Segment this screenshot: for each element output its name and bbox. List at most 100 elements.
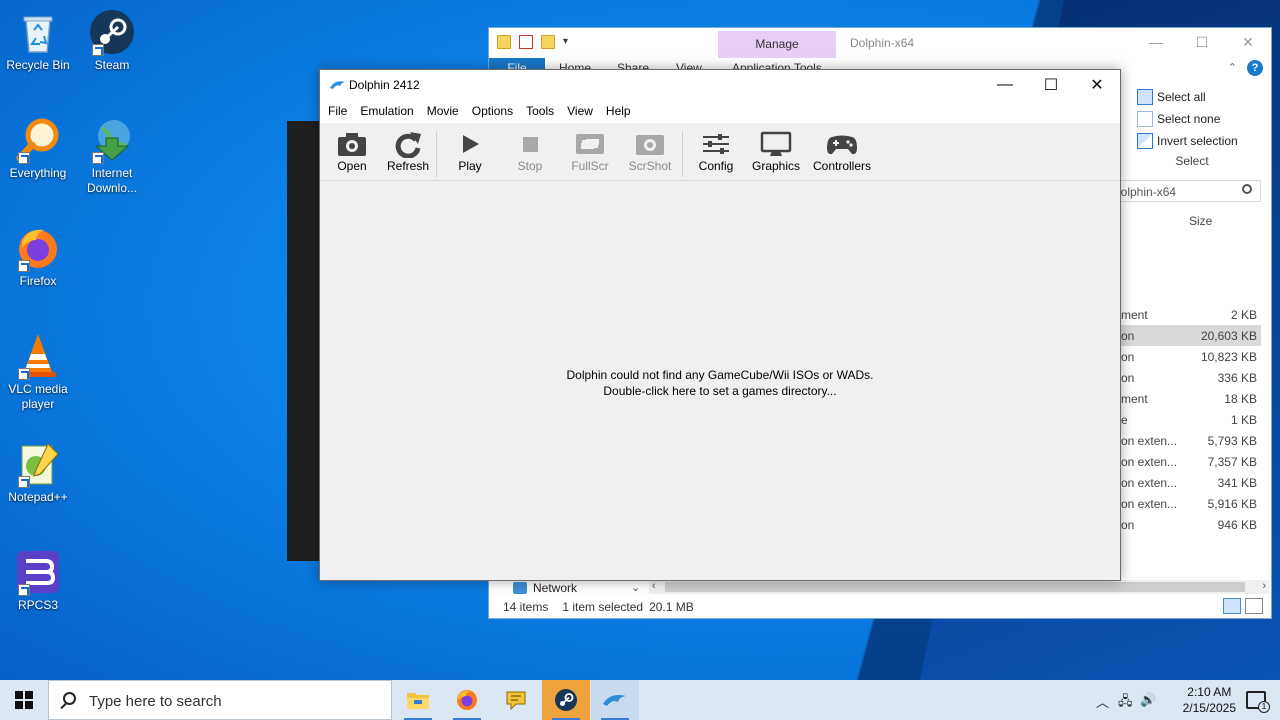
gamepad-controllers-icon bbox=[827, 135, 857, 155]
menu-view[interactable]: View bbox=[567, 101, 600, 123]
play-button[interactable]: Play bbox=[454, 129, 486, 173]
taskbar-file-explorer[interactable] bbox=[394, 680, 442, 720]
desktop-icon-steam[interactable]: Steam bbox=[74, 8, 150, 73]
notepad-plus-plus-icon bbox=[14, 440, 62, 488]
desktop-icon-vlc[interactable]: VLC media player bbox=[0, 332, 76, 412]
taskbar-chat-app[interactable] bbox=[492, 680, 540, 720]
file-list: ment 2 KB on 20,603 KB on 10,823 KB on 336 K… bbox=[1105, 304, 1261, 535]
table-row[interactable]: on exten... 5,916 KB bbox=[1105, 493, 1261, 514]
desktop-icon-internet-download-manager[interactable]: Internet Downlo... bbox=[74, 116, 150, 196]
empty-game-list-message[interactable]: Dolphin could not find any GameCube/Wii … bbox=[320, 367, 1120, 399]
shortcut-arrow-icon bbox=[92, 44, 104, 56]
desktop-icon-firefox[interactable]: Firefox bbox=[0, 224, 76, 289]
monitor-graphics-icon bbox=[760, 131, 792, 156]
minimize-icon[interactable]: — bbox=[1133, 28, 1179, 56]
start-button[interactable] bbox=[0, 680, 48, 720]
table-row[interactable]: ment 2 KB bbox=[1105, 304, 1261, 325]
search-icon bbox=[63, 692, 76, 705]
fullscreen-button[interactable]: FullScr bbox=[570, 129, 610, 173]
file-type: ment bbox=[1121, 308, 1148, 322]
close-icon[interactable]: ✕ bbox=[1074, 70, 1120, 100]
column-header-size[interactable]: Size bbox=[1189, 214, 1212, 228]
dolphin-titlebar[interactable]: Dolphin 2412 — ☐ ✕ bbox=[320, 70, 1120, 101]
menu-help[interactable]: Help bbox=[606, 101, 638, 123]
notification-center-icon[interactable]: 1 bbox=[1246, 691, 1270, 713]
ribbon-select-group: Select all Select none Invert selection … bbox=[1137, 86, 1247, 168]
large-icons-view-icon[interactable] bbox=[1245, 598, 1263, 614]
dolphin-window[interactable]: Dolphin 2412 — ☐ ✕ File Emulation Movie … bbox=[319, 69, 1121, 581]
search-icon[interactable] bbox=[1242, 184, 1252, 194]
table-row[interactable]: ment 18 KB bbox=[1105, 388, 1261, 409]
table-row[interactable]: e 1 KB bbox=[1105, 409, 1261, 430]
taskbar-steam[interactable] bbox=[542, 680, 590, 720]
properties-icon[interactable] bbox=[519, 35, 533, 49]
table-row-selected[interactable]: on 20,603 KB bbox=[1105, 325, 1261, 346]
maximize-icon[interactable]: ☐ bbox=[1028, 70, 1074, 100]
desktop-icon-notepad-plus-plus[interactable]: Notepad++ bbox=[0, 440, 76, 505]
chevron-up-icon[interactable]: ⌃ bbox=[1228, 61, 1237, 74]
game-list-area[interactable]: Dolphin could not find any GameCube/Wii … bbox=[320, 182, 1120, 580]
chevron-down-icon[interactable]: ⌄ bbox=[631, 581, 640, 594]
folder-icon[interactable] bbox=[497, 35, 511, 49]
file-size: 1 KB bbox=[1230, 413, 1257, 427]
taskbar: Type here to search ︿ 🖧 🔊 2:10 AM 2/15/2… bbox=[0, 680, 1280, 720]
controllers-button[interactable]: Controllers bbox=[812, 129, 872, 173]
graphics-button[interactable]: Graphics bbox=[752, 129, 800, 173]
select-none-button[interactable]: Select none bbox=[1137, 108, 1247, 130]
shortcut-arrow-icon bbox=[18, 584, 30, 596]
maximize-icon[interactable]: ☐ bbox=[1179, 28, 1225, 56]
new-folder-icon[interactable] bbox=[541, 35, 555, 49]
open-label: Open bbox=[337, 159, 367, 173]
network-icon[interactable]: 🖧 bbox=[1118, 692, 1133, 714]
file-size: 5,916 KB bbox=[1207, 497, 1257, 511]
invert-selection-button[interactable]: Invert selection bbox=[1137, 130, 1247, 152]
stop-button[interactable]: Stop bbox=[514, 129, 546, 173]
volume-icon[interactable]: 🔊 bbox=[1140, 692, 1156, 708]
manage-context-tab[interactable]: Manage bbox=[718, 31, 836, 58]
refresh-button[interactable]: Refresh bbox=[386, 129, 430, 173]
table-row[interactable]: on 946 KB bbox=[1105, 514, 1261, 535]
close-icon[interactable]: ✕ bbox=[1225, 28, 1271, 56]
taskbar-firefox[interactable] bbox=[443, 680, 491, 720]
invert-selection-label: Invert selection bbox=[1157, 134, 1238, 148]
taskbar-dolphin[interactable] bbox=[591, 680, 639, 720]
nav-pane-network[interactable]: Network bbox=[513, 581, 577, 595]
horizontal-scrollbar[interactable]: ‹ › bbox=[649, 580, 1269, 594]
search-box[interactable]: Dolphin-x64 bbox=[1105, 180, 1261, 202]
toolbar-separator bbox=[682, 131, 683, 177]
table-row[interactable]: on exten... 7,357 KB bbox=[1105, 451, 1261, 472]
menu-emulation[interactable]: Emulation bbox=[360, 101, 420, 123]
menu-file[interactable]: File bbox=[328, 101, 354, 123]
status-size: 20.1 MB bbox=[649, 600, 694, 614]
help-icon[interactable]: ? bbox=[1247, 60, 1263, 76]
table-row[interactable]: on 336 KB bbox=[1105, 367, 1261, 388]
table-row[interactable]: on exten... 341 KB bbox=[1105, 472, 1261, 493]
desktop-icon-everything[interactable]: Everything bbox=[0, 116, 76, 181]
screenshot-button[interactable]: ScrShot bbox=[628, 129, 672, 173]
chevron-down-icon[interactable]: ▾ bbox=[563, 35, 573, 49]
taskbar-clock[interactable]: 2:10 AM 2/15/2025 bbox=[1183, 684, 1236, 716]
menu-options[interactable]: Options bbox=[472, 101, 520, 123]
menu-tools[interactable]: Tools bbox=[526, 101, 561, 123]
graphics-label: Graphics bbox=[752, 159, 801, 173]
desktop-icon-recycle-bin[interactable]: Recycle Bin bbox=[0, 8, 76, 73]
file-size: 2 KB bbox=[1230, 308, 1257, 322]
file-type: on exten... bbox=[1121, 434, 1178, 448]
config-button[interactable]: Config bbox=[696, 129, 736, 173]
menu-movie[interactable]: Movie bbox=[427, 101, 466, 123]
explorer-titlebar[interactable]: ▾ Manage Dolphin-x64 — ☐ ✕ bbox=[489, 28, 1271, 58]
scroll-right-icon[interactable]: › bbox=[1262, 580, 1266, 592]
search-location-text: Dolphin-x64 bbox=[1112, 185, 1177, 199]
details-view-icon[interactable] bbox=[1223, 598, 1241, 614]
select-all-button[interactable]: Select all bbox=[1137, 86, 1247, 108]
scrollbar-thumb[interactable] bbox=[665, 582, 1245, 592]
desktop-icon-rpcs3[interactable]: RPCS3 bbox=[0, 548, 76, 613]
table-row[interactable]: on 10,823 KB bbox=[1105, 346, 1261, 367]
file-type: on bbox=[1121, 329, 1135, 343]
minimize-icon[interactable]: — bbox=[982, 70, 1028, 100]
taskbar-search-box[interactable]: Type here to search bbox=[48, 680, 392, 720]
table-row[interactable]: on exten... 5,793 KB bbox=[1105, 430, 1261, 451]
chevron-up-icon[interactable]: ︿ bbox=[1096, 692, 1109, 711]
scroll-left-icon[interactable]: ‹ bbox=[652, 580, 656, 592]
open-button[interactable]: Open bbox=[334, 129, 370, 173]
